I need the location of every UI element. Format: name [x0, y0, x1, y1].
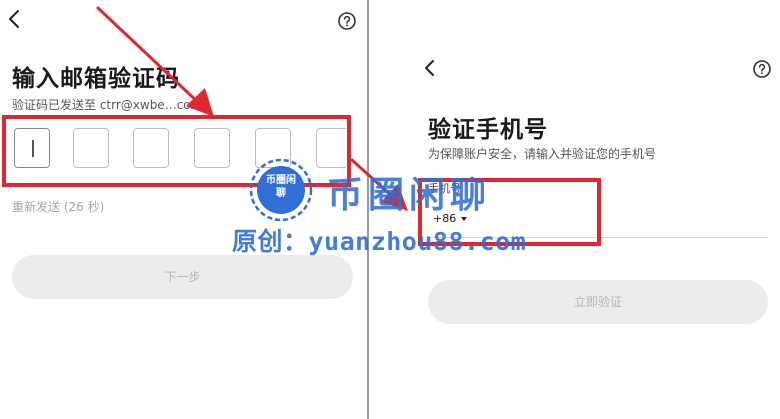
help-question-icon[interactable] [337, 11, 357, 31]
watermark-url: 原创：yuanzhou88.com [232, 227, 527, 256]
page-title: 输入邮箱验证码 [12, 66, 180, 92]
back-chevron-icon[interactable] [418, 55, 444, 81]
page-title: 验证手机号 [428, 117, 548, 143]
code-sent-subtitle: 验证码已发送至 ctrr@xwbe…com [12, 98, 203, 112]
verify-now-button[interactable]: 立即验证 [428, 280, 768, 324]
resend-countdown: 重新发送 (26 秒) [12, 200, 105, 214]
back-chevron-icon[interactable] [2, 6, 28, 32]
phone-verify-subtitle: 为保障账户安全，请输入并验证您的手机号 [428, 147, 657, 161]
watermark-logo-text: 币圈闲聊 [266, 175, 296, 199]
watermark-brand: 币圈闲聊 [327, 175, 492, 216]
next-step-button[interactable]: 下一步 [12, 255, 353, 299]
help-question-icon[interactable] [752, 59, 772, 79]
